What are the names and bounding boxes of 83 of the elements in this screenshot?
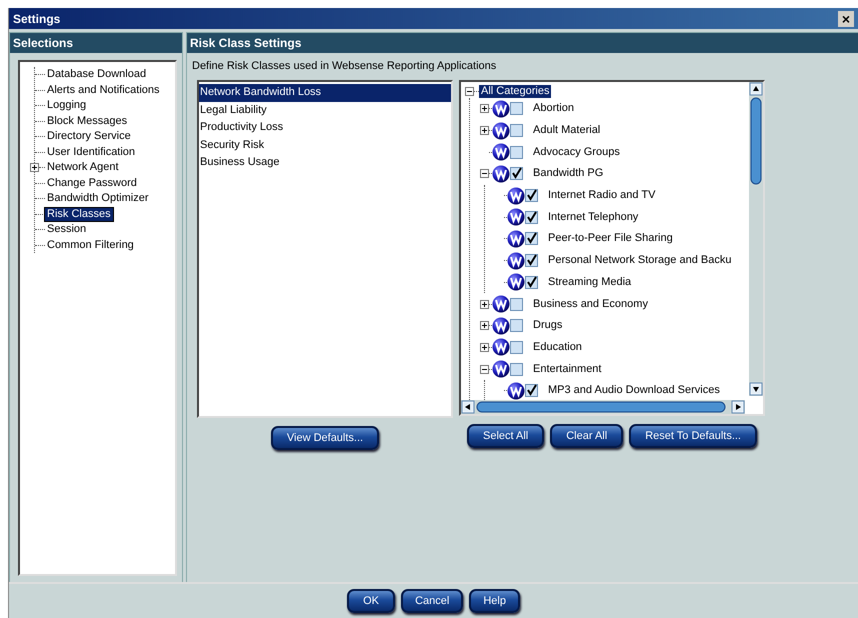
checkbox[interactable] xyxy=(510,124,523,138)
tree-item[interactable]: Risk Classes xyxy=(45,208,113,221)
tree-item[interactable]: Bandwidth Optimizer xyxy=(45,192,150,206)
expand-toggle[interactable] xyxy=(480,126,489,136)
tree-action-button[interactable]: Reset To Defaults... xyxy=(629,424,757,448)
tree-item[interactable]: Block Messages xyxy=(45,114,130,128)
expand-toggle[interactable] xyxy=(465,86,474,96)
category-icon xyxy=(507,273,525,292)
tree-item[interactable]: Directory Service xyxy=(45,130,133,144)
category-icon xyxy=(507,186,525,205)
checkbox[interactable] xyxy=(525,384,538,398)
checkbox[interactable] xyxy=(525,232,538,246)
category-icon xyxy=(492,295,510,314)
tree-item[interactable]: Alerts and Notifications xyxy=(45,84,162,97)
panel-header: Risk Class Settings xyxy=(187,33,858,53)
category-icon xyxy=(507,230,525,248)
tree-item[interactable]: Advocacy Groups xyxy=(531,146,622,159)
category-icon xyxy=(492,316,510,335)
expand-toggle[interactable] xyxy=(480,300,489,309)
expand-toggle[interactable] xyxy=(480,364,489,374)
vertical-scrollbar[interactable] xyxy=(749,82,763,396)
tree-action-button[interactable]: Select All xyxy=(466,424,544,448)
list-item[interactable]: Network Bandwidth Loss xyxy=(199,84,451,102)
expand-toggle[interactable] xyxy=(480,342,489,352)
tree-item[interactable]: Bandwidth PG xyxy=(531,167,606,180)
tree-item[interactable]: Personal Network Storage and Backu xyxy=(546,254,734,268)
tree-item[interactable]: Change Password xyxy=(45,176,139,190)
tree-item[interactable]: MP3 and Audio Download Services xyxy=(546,384,722,398)
checkbox[interactable] xyxy=(510,340,523,354)
category-icon xyxy=(507,252,525,270)
checkbox[interactable] xyxy=(510,298,523,311)
dialog-button[interactable]: Help xyxy=(469,589,520,613)
category-icon xyxy=(492,164,510,183)
category-icon xyxy=(492,143,510,162)
checkbox[interactable] xyxy=(510,102,523,116)
checkbox[interactable] xyxy=(525,276,538,289)
list-item[interactable]: Business Usage xyxy=(199,154,451,172)
category-icon xyxy=(507,208,525,226)
tree-item[interactable]: Education xyxy=(531,340,584,354)
panel-header: Selections xyxy=(10,33,182,53)
tree-item[interactable]: Network Agent xyxy=(45,161,121,174)
checkbox[interactable] xyxy=(510,167,523,180)
tree-item[interactable]: Adult Material xyxy=(531,124,602,138)
tree-item[interactable]: Streaming Media xyxy=(546,276,634,289)
category-icon xyxy=(507,382,525,400)
description-text: Define Risk Classes used in Websense Reporting Applications xyxy=(191,59,498,74)
category-icon xyxy=(492,122,510,140)
tree-item[interactable]: Internet Radio and TV xyxy=(546,189,658,202)
category-icon xyxy=(492,100,510,118)
dialog-button[interactable]: OK xyxy=(347,589,396,613)
tree-item[interactable]: User Identification xyxy=(45,146,138,159)
expand-toggle[interactable] xyxy=(30,163,39,172)
list-item[interactable]: Legal Liability xyxy=(199,102,451,119)
tree-item[interactable]: All Categories xyxy=(479,84,552,98)
tree-item[interactable]: Peer-to-Peer File Sharing xyxy=(546,232,675,246)
expand-toggle[interactable] xyxy=(480,321,489,330)
list-item[interactable]: Productivity Loss xyxy=(199,119,451,136)
category-icon xyxy=(492,338,510,356)
category-icon xyxy=(492,360,510,378)
tree-item[interactable]: Database Download xyxy=(45,68,148,82)
tree-item[interactable]: Entertainment xyxy=(531,362,604,376)
checkbox[interactable] xyxy=(525,254,538,268)
window-title: Settings xyxy=(13,12,60,26)
close-button[interactable]: × xyxy=(838,10,854,26)
checkbox[interactable] xyxy=(525,210,538,224)
view-defaults-button[interactable]: View Defaults... xyxy=(270,426,380,450)
dialog-button[interactable]: Cancel xyxy=(401,589,464,613)
checkbox[interactable] xyxy=(525,189,538,202)
list-item[interactable]: Security Risk xyxy=(199,136,451,154)
tree-item[interactable]: Internet Telephony xyxy=(546,210,640,224)
tree-item[interactable]: Abortion xyxy=(531,102,576,116)
tree-item[interactable]: Drugs xyxy=(531,319,564,332)
expand-toggle[interactable] xyxy=(480,104,489,114)
checkbox[interactable] xyxy=(510,319,523,332)
expand-toggle[interactable] xyxy=(480,169,489,178)
checkbox[interactable] xyxy=(510,146,523,159)
tree-item[interactable]: Business and Economy xyxy=(531,298,650,311)
tree-action-button[interactable]: Clear All xyxy=(550,424,624,448)
checkbox[interactable] xyxy=(510,362,523,376)
tree-item[interactable]: Common Filtering xyxy=(45,238,136,252)
horizontal-scrollbar[interactable] xyxy=(461,400,745,414)
tree-item[interactable]: Session xyxy=(45,223,88,236)
tree-item[interactable]: Logging xyxy=(45,99,88,112)
